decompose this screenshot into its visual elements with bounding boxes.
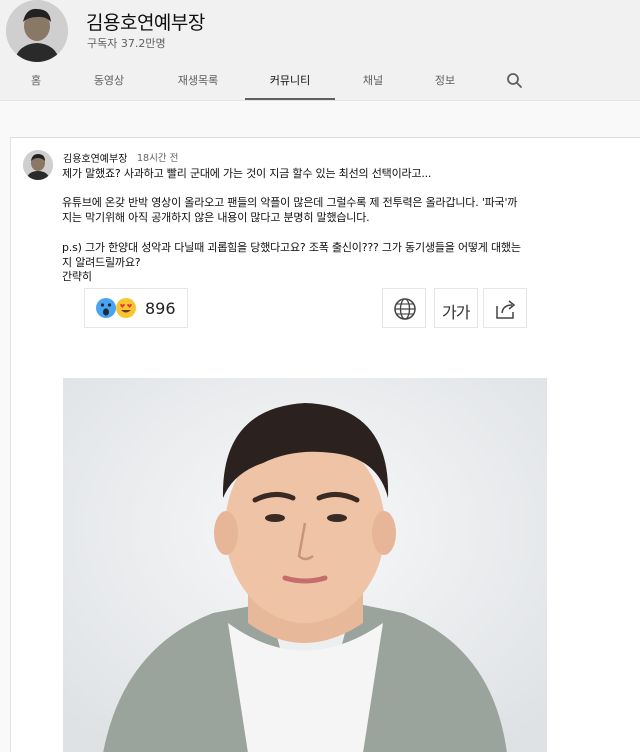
tab-home[interactable]: 홈 [24,66,48,100]
globe-icon [393,297,417,325]
font-size-button[interactable]: 가가 [434,288,478,328]
post-text-line: p.s) 그가 한양대 성악과 다닐때 괴롭힘을 당했다고요? 조폭 출신이??… [62,241,521,254]
reaction-count: 896 [145,299,176,318]
channel-avatar[interactable] [6,0,68,62]
search-icon[interactable] [505,71,525,91]
show-less-link[interactable]: 간략히 [62,270,92,283]
image-toolbar: 896 가가 [63,286,547,378]
tab-videos[interactable]: 동영상 [84,66,134,100]
post-avatar[interactable] [23,150,53,180]
tab-about[interactable]: 정보 [428,66,462,100]
heart-eyes-face-icon [115,297,137,323]
tab-playlists[interactable]: 재생목록 [165,66,231,100]
translate-button[interactable] [382,288,426,328]
channel-header: 김용호연예부장 구독자 37.2만명 홈 동영상 재생목록 커뮤니티 채널 정보 [0,0,640,100]
channel-name: 김용호연예부장 [86,12,205,34]
share-button[interactable] [483,288,527,328]
surprised-face-icon [95,297,117,323]
post-text-line: 제가 말했죠? 사과하고 빨리 군대에 가는 것이 지금 할수 있는 최선의 선… [62,167,432,180]
community-post: 김용호연예부장 18시간 전 제가 말했죠? 사과하고 빨리 군대에 가는 것이… [10,137,640,752]
tab-community[interactable]: 커뮤니티 [245,66,335,100]
post-text-line: 지는 막기위해 아직 공개하지 않은 내용이 많다고 분명히 말했습니다. [62,211,370,224]
post-author[interactable]: 김용호연예부장 [63,150,127,165]
header-divider [0,100,640,101]
reaction-button[interactable]: 896 [84,288,188,328]
tab-channels[interactable]: 채널 [356,66,390,100]
share-icon [494,297,518,325]
post-text-line: 유튜브에 온갖 반박 영상이 올라오고 팬들의 악플이 많은데 그럴수록 제 전… [62,196,518,209]
portrait-photo[interactable] [63,378,547,752]
post-text-line: 지 알려드릴까요? [62,256,141,269]
post-time[interactable]: 18시간 전 [137,150,178,164]
post-image[interactable]: 896 가가 [63,286,547,752]
channel-tabs: 홈 동영상 재생목록 커뮤니티 채널 정보 [0,66,640,100]
font-size-label: 가가 [442,303,470,322]
subscriber-count: 구독자 37.2만명 [87,37,166,50]
